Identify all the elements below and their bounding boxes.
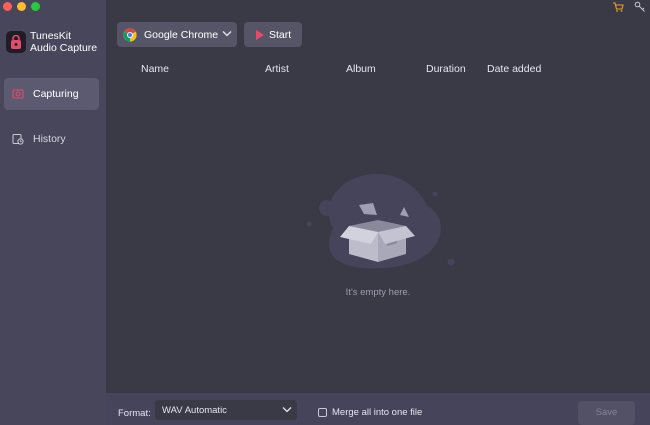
app-name-line1: TunesKit [30,30,72,42]
sidebar-item-label: History [33,133,66,145]
empty-state-message: It's empty here. [345,287,411,298]
app-name: TunesKit Audio Capture [30,30,97,54]
format-select[interactable]: WAV Automatic [155,400,297,420]
cart-icon[interactable] [612,1,624,13]
column-header-artist[interactable]: Artist [265,63,289,75]
empty-box-icon [306,173,455,269]
start-button-label: Start [269,28,292,41]
sidebar-item-label: Capturing [33,88,79,100]
column-header-name[interactable]: Name [141,63,169,75]
column-header-duration[interactable]: Duration [426,63,466,75]
format-value: WAV Automatic [162,404,227,416]
sidebar: TunesKit Audio Capture Capturing History [0,0,106,425]
audio-source-label: Google Chrome [144,28,219,41]
key-icon[interactable] [634,1,646,13]
close-window-button[interactable] [3,2,12,11]
column-header-album[interactable]: Album [346,63,376,75]
app-name-line2: Audio Capture [30,42,98,54]
capture-icon [12,89,24,99]
format-label: Format: [118,408,151,419]
history-icon [12,134,24,145]
sidebar-item-capturing[interactable]: Capturing [4,78,99,110]
save-button[interactable]: Save [578,401,635,425]
sidebar-item-history[interactable]: History [4,123,99,155]
window-controls [3,2,40,11]
merge-checkbox-label: Merge all into one file [332,407,423,418]
zoom-window-button[interactable] [31,2,40,11]
bottom-bar: Format: WAV Automatic Merge all into one… [106,393,650,425]
chrome-icon [123,28,137,41]
topbar-icons [612,1,646,13]
audio-source-select[interactable]: Google Chrome [117,22,237,47]
main-panel: Google Chrome Start Name Artist Album Du… [106,0,650,425]
start-button[interactable]: Start [244,22,302,47]
minimize-window-button[interactable] [17,2,26,11]
chevron-down-icon [222,31,232,37]
merge-checkbox[interactable] [318,408,327,417]
table-header: Name Artist Album Duration Date added [106,63,650,75]
column-header-date-added[interactable]: Date added [487,63,541,75]
chevron-down-icon [282,407,292,413]
app-logo [6,31,26,53]
play-icon [256,29,264,40]
merge-checkbox-row[interactable]: Merge all into one file [318,407,422,418]
lock-logo-icon [11,35,21,49]
